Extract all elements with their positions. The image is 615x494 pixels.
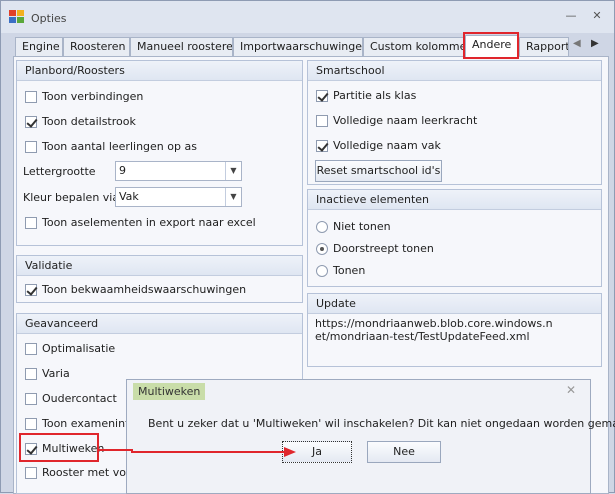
checkbox-box	[25, 392, 37, 405]
radio-circle	[316, 264, 328, 277]
group-update: Update https://mondriaanweb.blob.core.wi…	[307, 293, 602, 367]
toon-aantal-checkbox[interactable]: Toon aantal leerlingen op as	[25, 140, 197, 153]
minimize-button[interactable]: —	[563, 9, 579, 23]
checkbox-box	[25, 140, 37, 153]
checkbox-box	[316, 114, 328, 127]
checkbox-box	[25, 466, 37, 479]
chevron-down-icon[interactable]: ▼	[225, 188, 241, 206]
checkbox-box	[316, 89, 328, 102]
tab-rapportla[interactable]: Rapportla	[519, 37, 569, 57]
group-smartschool: Smartschool Partitie als klas Volledige …	[307, 60, 602, 185]
kleur-combo[interactable]: Vak ▼	[115, 187, 242, 207]
update-url: https://mondriaanweb.blob.core.windows.n…	[315, 317, 553, 343]
options-window: Opties — ✕ Engine Roosteren Manueel roos…	[0, 0, 615, 494]
group-header: Inactieve elementen	[308, 190, 601, 210]
arrow-head-icon	[284, 447, 296, 457]
app-icon	[9, 10, 24, 23]
lettergrootte-combo[interactable]: 9 ▼	[115, 161, 242, 181]
close-window-button[interactable]: ✕	[589, 9, 605, 23]
checkbox-box	[25, 342, 37, 355]
group-header: Smartschool	[308, 61, 601, 81]
group-header: Planbord/Roosters	[17, 61, 302, 81]
partitie-checkbox[interactable]: Partitie als klas	[316, 89, 416, 102]
tab-roosteren[interactable]: Roosteren	[63, 37, 130, 57]
toon-bekwaamheid-checkbox[interactable]: Toon bekwaamheidswaarschuwingen	[25, 283, 246, 296]
dialog-title: Multiweken	[133, 383, 206, 400]
tab-strip: Engine Roosteren Manueel roosteren Impor…	[13, 35, 609, 58]
group-validatie: Validatie Toon bekwaamheidswaarschuwinge…	[16, 255, 303, 303]
group-header: Geavanceerd	[17, 314, 302, 334]
tab-engine[interactable]: Engine	[15, 37, 63, 57]
multiweken-checkbox[interactable]: Multiweken	[25, 442, 104, 455]
checkbox-box	[25, 367, 37, 380]
tab-andere[interactable]: Andere	[465, 35, 519, 58]
annotation-arrow-stem	[99, 449, 131, 451]
toon-exameninfo-checkbox[interactable]: Toon exameninfo	[25, 417, 136, 430]
checkbox-box	[25, 115, 37, 128]
checkbox-box	[25, 442, 37, 455]
volledige-vak-checkbox[interactable]: Volledige naam vak	[316, 139, 441, 152]
title-bar: Opties — ✕	[1, 1, 614, 33]
group-header: Update	[308, 294, 601, 314]
toon-verbindingen-checkbox[interactable]: Toon verbindingen	[25, 90, 143, 103]
varia-checkbox[interactable]: Varia	[25, 367, 70, 380]
niet-tonen-radio[interactable]: Niet tonen	[316, 220, 391, 233]
tab-scroll-left-icon[interactable]: ◀	[573, 38, 581, 49]
optimalisatie-checkbox[interactable]: Optimalisatie	[25, 342, 115, 355]
window-title: Opties	[31, 12, 67, 25]
chevron-down-icon[interactable]: ▼	[225, 162, 241, 180]
tonen-radio[interactable]: Tonen	[316, 264, 365, 277]
checkbox-box	[25, 417, 37, 430]
checkbox-box	[25, 90, 37, 103]
close-icon[interactable]: ✕	[566, 383, 576, 397]
toon-detailstrook-checkbox[interactable]: Toon detailstrook	[25, 115, 136, 128]
lettergrootte-label: Lettergrootte	[23, 165, 96, 178]
volledige-leerkracht-checkbox[interactable]: Volledige naam leerkracht	[316, 114, 477, 127]
kleur-label: Kleur bepalen via	[23, 191, 120, 204]
radio-circle	[316, 242, 328, 255]
group-header: Validatie	[17, 256, 302, 276]
tab-scroll-right-icon[interactable]: ▶	[591, 38, 599, 49]
checkbox-box	[316, 139, 328, 152]
toon-aselementen-checkbox[interactable]: Toon aselementen in export naar excel	[25, 216, 256, 229]
doorstreept-radio[interactable]: Doorstreept tonen	[316, 242, 434, 255]
oudercontact-checkbox[interactable]: Oudercontact	[25, 392, 117, 405]
tab-custom-kolommen[interactable]: Custom kolommen	[363, 37, 465, 57]
checkbox-box	[25, 216, 37, 229]
no-button[interactable]: Nee	[367, 441, 441, 463]
multiweken-dialog: Multiweken ✕ Bent u zeker dat u 'Multiwe…	[126, 379, 615, 494]
checkbox-box	[25, 283, 37, 296]
group-planbord: Planbord/Roosters Toon verbindingen Toon…	[16, 60, 303, 246]
reset-smartschool-button[interactable]: Reset smartschool id's	[315, 160, 442, 182]
tab-importwaarschuwingen[interactable]: Importwaarschuwingen	[233, 37, 363, 57]
dialog-message: Bent u zeker dat u 'Multiweken' wil insc…	[148, 417, 615, 430]
tab-manueel-roosteren[interactable]: Manueel roosteren	[130, 37, 233, 57]
group-inactieve: Inactieve elementen Niet tonen Doorstree…	[307, 189, 602, 287]
radio-circle	[316, 220, 328, 233]
annotation-arrow-shaft	[131, 451, 286, 453]
